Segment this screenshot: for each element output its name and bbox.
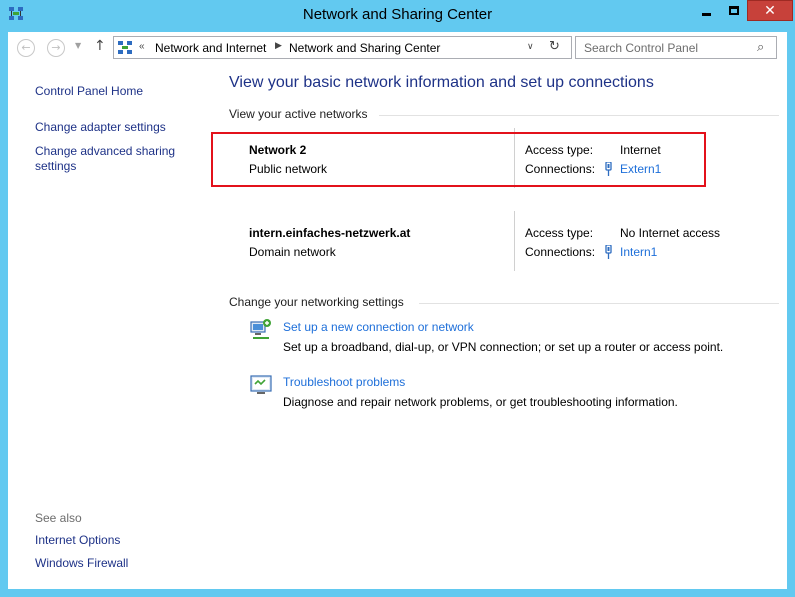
maximize-icon (728, 6, 739, 15)
minimize-icon (702, 13, 711, 16)
breadcrumb-overflow-icon[interactable]: « (139, 41, 145, 52)
section-divider (379, 115, 779, 116)
network-name: intern.einfaches-netzwerk.at (249, 226, 411, 240)
back-button[interactable]: ← (17, 39, 35, 57)
active-networks-label: View your active networks (229, 107, 368, 121)
network-category: Domain network (249, 245, 336, 259)
breadcrumb-network-and-sharing-center[interactable]: Network and Sharing Center (289, 41, 440, 55)
recent-locations-chevron-icon[interactable]: ▼ (75, 41, 81, 50)
internet-options-link[interactable]: Internet Options (35, 533, 120, 548)
close-button[interactable]: ✕ (747, 0, 793, 21)
search-input[interactable]: Search Control Panel (584, 41, 698, 55)
window: Network and Sharing Center ✕ ← → ▼ ↑ « N… (0, 0, 795, 597)
title-bar[interactable]: Network and Sharing Center ✕ (0, 0, 795, 30)
sidebar: Control Panel Home Change adapter settin… (8, 64, 213, 589)
close-icon: ✕ (764, 2, 776, 19)
search-icon[interactable]: ⌕ (757, 40, 764, 55)
breadcrumb-arrow-icon[interactable]: ▶ (275, 41, 282, 51)
connection-link-intern1[interactable]: Intern1 (620, 245, 657, 259)
maximize-button[interactable] (720, 0, 747, 21)
access-type-value: No Internet access (620, 226, 721, 240)
ethernet-icon (605, 245, 612, 259)
connections-label: Connections: (525, 245, 596, 259)
highlight-box (211, 132, 706, 187)
windows-firewall-link[interactable]: Windows Firewall (35, 556, 128, 571)
change-adapter-settings-link[interactable]: Change adapter settings (35, 120, 166, 135)
search-box[interactable]: Search Control Panel ⌕ (575, 36, 777, 59)
refresh-icon[interactable]: ↻ (549, 39, 560, 54)
navigation-toolbar: ← → ▼ ↑ « Network and Internet ▶ Network… (8, 32, 787, 64)
access-type-label: Access type: (525, 226, 594, 240)
network-divider (514, 211, 515, 271)
window-title: Network and Sharing Center (302, 6, 493, 23)
minimize-button[interactable] (693, 0, 720, 21)
address-bar[interactable]: « Network and Internet ▶ Network and Sha… (113, 36, 572, 59)
breadcrumb-network-and-internet[interactable]: Network and Internet (155, 41, 266, 55)
up-button[interactable]: ↑ (94, 38, 106, 54)
troubleshoot-problems-description: Diagnose and repair network problems, or… (283, 395, 678, 409)
control-panel-home-link[interactable]: Control Panel Home (35, 84, 143, 99)
page-title: View your basic network information and … (229, 74, 654, 91)
address-dropdown-icon[interactable]: ∨ (527, 42, 534, 52)
troubleshoot-problems-link[interactable]: Troubleshoot problems (283, 375, 405, 389)
control-panel-icon (118, 41, 132, 54)
troubleshoot-icon (250, 375, 272, 394)
change-settings-label: Change your networking settings (229, 295, 404, 309)
new-connection-icon (250, 319, 271, 339)
see-also-label: See also (35, 511, 82, 525)
setup-new-connection-link[interactable]: Set up a new connection or network (283, 320, 474, 334)
forward-button[interactable]: → (47, 39, 65, 57)
setup-new-connection-description: Set up a broadband, dial-up, or VPN conn… (283, 340, 724, 354)
section-divider (419, 303, 779, 304)
change-advanced-sharing-settings-link[interactable]: Change advanced sharing settings (35, 144, 195, 174)
